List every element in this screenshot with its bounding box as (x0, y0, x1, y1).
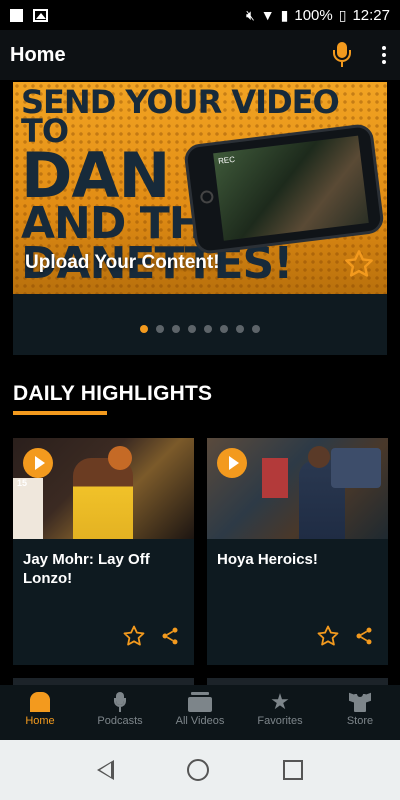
clock: 12:27 (352, 6, 390, 24)
video-thumbnail[interactable]: 15 (13, 438, 194, 539)
pager-dot[interactable] (204, 325, 212, 333)
home-icon (30, 692, 50, 712)
section-underline (13, 411, 107, 415)
wifi-icon: ▼ (260, 7, 275, 23)
section-title: DAILY HIGHLIGHTS (13, 382, 213, 405)
battery-percent: 100% (294, 6, 333, 24)
pager-dot[interactable] (252, 325, 260, 333)
notification-square-icon (10, 8, 23, 22)
bottom-nav: Home Podcasts All Videos ★ Favorites Sto… (0, 685, 400, 740)
shirt-icon (349, 692, 371, 712)
pager-dot[interactable] (140, 325, 148, 333)
pager-dot[interactable] (188, 325, 196, 333)
nav-all-videos[interactable]: All Videos (160, 685, 240, 740)
banner-caption: Upload Your Content! (25, 252, 220, 273)
nav-favorites[interactable]: ★ Favorites (240, 685, 320, 740)
video-thumbnail[interactable] (207, 438, 388, 539)
star-icon: ★ (270, 689, 290, 714)
home-circle-icon[interactable] (187, 759, 210, 781)
system-nav-bar (0, 740, 400, 800)
home-feed[interactable]: SEND YOUR VIDEO TO DAN AND THE DANETTES!… (0, 80, 400, 685)
card-title: Jay Mohr: Lay Off Lonzo! (23, 551, 150, 587)
recents-icon[interactable] (283, 760, 304, 780)
favorite-star-icon[interactable] (122, 624, 146, 653)
promo-banner[interactable]: SEND YOUR VIDEO TO DAN AND THE DANETTES!… (13, 82, 387, 355)
battery-icon: ▯ (338, 6, 347, 23)
microphone-icon[interactable] (332, 42, 352, 68)
pager-dot[interactable] (156, 325, 164, 333)
card-title: Hoya Heroics! (217, 551, 318, 568)
pager-dot[interactable] (220, 325, 228, 333)
jersey-number: 15 (17, 478, 28, 488)
more-options-icon[interactable] (378, 42, 390, 68)
page-title: Home (10, 43, 66, 66)
pager-dot[interactable] (172, 325, 180, 333)
nav-home[interactable]: Home (0, 685, 80, 740)
back-icon[interactable] (96, 760, 114, 780)
highlight-card[interactable]: 15 Jay Mohr: Lay Off Lonzo! (13, 438, 194, 665)
next-card-peek (207, 678, 388, 685)
videos-icon (188, 692, 212, 712)
nav-podcasts[interactable]: Podcasts (80, 685, 160, 740)
nav-store[interactable]: Store (320, 685, 400, 740)
favorite-star-icon[interactable] (316, 624, 340, 653)
favorite-star-icon[interactable] (343, 248, 375, 285)
mute-icon: 🔇︎ (245, 6, 255, 23)
share-icon[interactable] (354, 626, 374, 651)
image-notification-icon (33, 8, 48, 22)
nav-label: Favorites (257, 715, 303, 727)
play-icon[interactable] (23, 448, 53, 478)
nav-label: Home (25, 715, 55, 727)
highlight-card[interactable]: Hoya Heroics! (207, 438, 388, 665)
share-icon[interactable] (160, 626, 180, 651)
carousel-pager[interactable] (13, 325, 387, 333)
status-bar: 🔇︎ ▼ ▮ 100% ▯ 12:27 (0, 0, 400, 30)
rec-label: REC (217, 154, 236, 166)
nav-label: Store (346, 715, 374, 727)
pager-dot[interactable] (236, 325, 244, 333)
next-card-peek (13, 678, 194, 685)
app-bar: Home (0, 30, 400, 80)
nav-label: All Videos (175, 715, 225, 727)
microphone-icon (114, 692, 126, 712)
play-icon[interactable] (217, 448, 247, 478)
nav-label: Podcasts (97, 715, 143, 727)
phone-graphic: REC (183, 122, 385, 256)
signal-icon: ▮ (280, 6, 289, 23)
